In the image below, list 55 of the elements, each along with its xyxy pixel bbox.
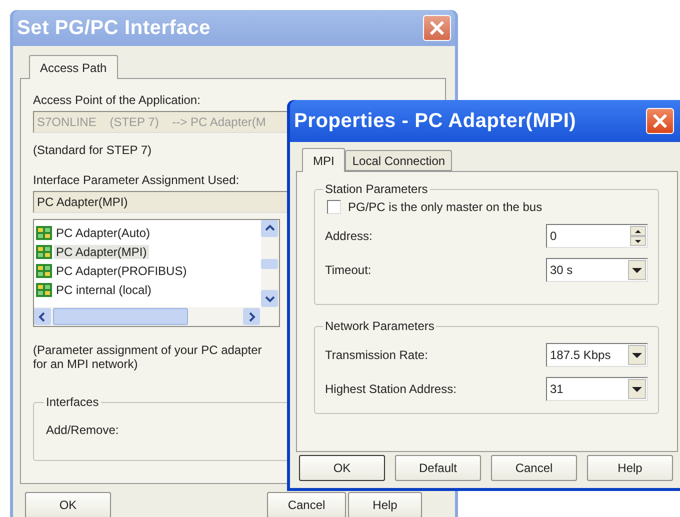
scroll-down-button[interactable]: [261, 290, 278, 307]
group-title: Station Parameters: [324, 182, 429, 196]
dialog-button[interactable]: OK: [25, 492, 111, 517]
list-item[interactable]: PC Adapter(Auto): [54, 226, 152, 240]
close-icon: [652, 113, 668, 129]
spin-field[interactable]: 0: [546, 224, 648, 248]
scroll-right-button[interactable]: [243, 308, 260, 325]
dropdown[interactable]: 30 s: [546, 258, 648, 282]
group-title: Network Parameters: [324, 319, 436, 333]
list-item[interactable]: PC Adapter(PROFIBUS): [54, 264, 189, 278]
dropdown[interactable]: 31: [546, 377, 648, 401]
window-title: Properties - PC Adapter(MPI): [294, 110, 576, 132]
note-text: (Standard for STEP 7): [33, 143, 152, 157]
dropdown[interactable]: 187.5 Kbps: [546, 343, 648, 367]
scroll-up-button[interactable]: [261, 220, 278, 237]
dialog-button[interactable]: Cancel: [491, 455, 577, 481]
close-button[interactable]: [423, 15, 451, 41]
tab[interactable]: Access Path: [29, 55, 118, 79]
dialog-button[interactable]: OK: [299, 455, 385, 481]
scroll-thumb[interactable]: [261, 258, 278, 268]
close-icon: [429, 20, 445, 36]
close-button[interactable]: [646, 108, 674, 134]
tab[interactable]: Local Connection: [345, 150, 452, 171]
tab[interactable]: MPI: [302, 148, 346, 172]
spin-up-icon: [635, 230, 641, 232]
description-text: (Parameter assignment of your PC adapter for an MPI network): [33, 343, 263, 371]
dropdown-arrow-icon: [632, 352, 642, 358]
dropdown-arrow-icon: [632, 268, 642, 272]
adapter-icon: [36, 264, 52, 278]
vertical-scrollbar[interactable]: [261, 220, 279, 307]
dialog-button[interactable]: Cancel: [267, 492, 346, 517]
window-title: Set PG/PC Interface: [17, 16, 211, 40]
field-label: Add/Remove:: [46, 423, 120, 437]
horizontal-scrollbar[interactable]: [34, 307, 279, 326]
adapter-icon: [36, 244, 52, 258]
field-label: Access Point of the Application:: [33, 93, 202, 107]
dialog-button[interactable]: Help: [587, 455, 673, 481]
field-label: Timeout:: [325, 263, 372, 277]
scroll-thumb[interactable]: [53, 308, 188, 325]
field-label: Interface Parameter Assignment Used:: [33, 173, 240, 187]
adapter-icon: [36, 226, 52, 240]
field-label: Transmission Rate:: [325, 348, 428, 362]
checkbox[interactable]: [327, 200, 341, 214]
adapter-icon: [36, 282, 52, 296]
field-label: Highest Station Address:: [325, 382, 456, 396]
dialog-button[interactable]: Default: [395, 455, 481, 481]
spin-down-icon: [635, 240, 641, 242]
list-item[interactable]: PC Adapter(MPI): [54, 244, 149, 258]
list-item[interactable]: PC internal (local): [54, 282, 154, 296]
group-title: Interfaces: [45, 395, 100, 409]
checkbox-label: PG/PC is the only master on the bus: [348, 200, 542, 214]
dropdown-arrow-icon: [632, 386, 642, 392]
scroll-left-button[interactable]: [34, 308, 51, 325]
field-label: Address:: [325, 229, 372, 243]
dialog-button[interactable]: Help: [348, 492, 422, 517]
